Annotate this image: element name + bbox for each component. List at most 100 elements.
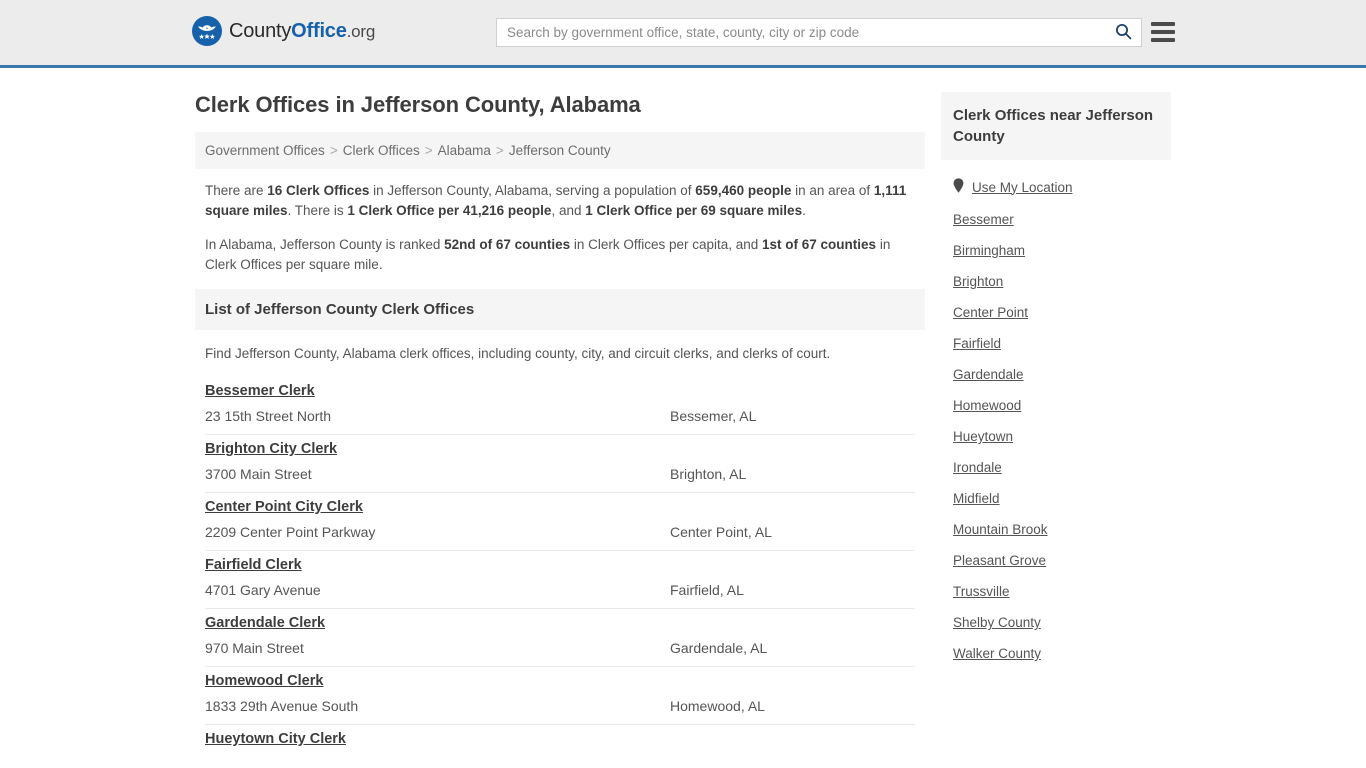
office-name-link[interactable]: Center Point City Clerk	[205, 499, 363, 515]
sidebar-item-trussville[interactable]: Trussville	[953, 576, 1159, 607]
site-logo[interactable]: CountyOffice.org	[192, 16, 375, 46]
intro-text: , and	[551, 203, 586, 218]
list-section-description: Find Jefferson County, Alabama clerk off…	[205, 346, 831, 361]
search-button[interactable]	[1105, 19, 1141, 46]
sidebar-link[interactable]: Homewood	[953, 398, 1021, 413]
sidebar-link[interactable]: Hueytown	[953, 429, 1013, 444]
stat-population: 659,460 people	[695, 183, 792, 198]
office-list-item[interactable]: Bessemer Clerk 23 15th Street North Bess…	[205, 377, 915, 435]
page-body: Clerk Offices in Jefferson County, Alaba…	[0, 68, 1366, 768]
intro-text: . There is	[287, 203, 348, 218]
office-city: Gardendale, AL	[670, 640, 768, 656]
intro-text: In Alabama, Jefferson County is ranked	[205, 237, 445, 252]
office-name-link[interactable]: Fairfield Clerk	[205, 557, 302, 573]
page-title: Clerk Offices in Jefferson County, Alaba…	[195, 92, 641, 117]
stat-rank-per-area: 1st of 67 counties	[762, 237, 877, 252]
intro-text: in an area of	[791, 183, 874, 198]
sidebar-item-gardendale[interactable]: Gardendale	[953, 359, 1159, 390]
sidebar-item-fairfield[interactable]: Fairfield	[953, 328, 1159, 359]
sidebar-item-center-point[interactable]: Center Point	[953, 297, 1159, 328]
breadcrumb-separator: >	[329, 143, 338, 158]
office-address: 2209 Center Point Parkway	[205, 524, 376, 540]
hamburger-bar	[1151, 38, 1175, 42]
sidebar: Clerk Offices near Jefferson County Use …	[941, 68, 1171, 768]
sidebar-link[interactable]: Bessemer	[953, 212, 1014, 227]
office-address: 23 15th Street North	[205, 408, 332, 424]
intro-statistics: There are 16 Clerk Offices in Jefferson …	[195, 169, 925, 275]
sidebar-item-homewood[interactable]: Homewood	[953, 390, 1159, 421]
sidebar-item-walker-county[interactable]: Walker County	[953, 638, 1159, 669]
sidebar-link[interactable]: Shelby County	[953, 615, 1041, 630]
sidebar-link[interactable]: Brighton	[953, 274, 1003, 289]
office-meta: 4701 Gary Avenue Fairfield, AL	[205, 582, 915, 598]
eagle-shield-icon	[192, 16, 222, 46]
sidebar-link[interactable]: Gardendale	[953, 367, 1024, 382]
sidebar-item-brighton[interactable]: Brighton	[953, 266, 1159, 297]
logo-text-county: County	[229, 20, 292, 42]
hamburger-menu-icon[interactable]	[1151, 20, 1175, 44]
stat-per-area: 1 Clerk Office per 69 square miles	[585, 203, 803, 218]
sidebar-item-mountain-brook[interactable]: Mountain Brook	[953, 514, 1159, 545]
sidebar-item-midfield[interactable]: Midfield	[953, 483, 1159, 514]
sidebar-link[interactable]: Irondale	[953, 460, 1002, 475]
office-list-item[interactable]: Gardendale Clerk 970 Main Street Gardend…	[205, 609, 915, 667]
sidebar-link[interactable]: Pleasant Grove	[953, 553, 1046, 568]
sidebar-links: Use My Location Bessemer Birmingham Brig…	[941, 160, 1171, 669]
sidebar-item-bessemer[interactable]: Bessemer	[953, 204, 1159, 235]
sidebar-item-hueytown[interactable]: Hueytown	[953, 421, 1159, 452]
logo-text-org: .org	[346, 22, 376, 41]
sidebar-link[interactable]: Center Point	[953, 305, 1028, 320]
sidebar-link[interactable]: Fairfield	[953, 336, 1001, 351]
stat-office-count: 16 Clerk Offices	[267, 183, 370, 198]
office-meta: 2209 Center Point Parkway Center Point, …	[205, 524, 915, 540]
breadcrumb-separator: >	[424, 143, 433, 158]
sidebar-item-use-my-location[interactable]: Use My Location	[953, 170, 1159, 204]
office-list-item[interactable]: Center Point City Clerk 2209 Center Poin…	[205, 493, 915, 551]
breadcrumb-item-government-offices[interactable]: Government Offices	[205, 143, 325, 158]
office-address: 970 Main Street	[205, 640, 304, 656]
main-column: Clerk Offices in Jefferson County, Alaba…	[195, 68, 925, 768]
intro-text: .	[802, 203, 806, 218]
logo-text-office: Office	[291, 20, 347, 42]
hamburger-bar	[1151, 30, 1175, 34]
intro-text: There are	[205, 183, 268, 198]
site-header: CountyOffice.org	[0, 0, 1366, 68]
office-name-link[interactable]: Homewood Clerk	[205, 673, 323, 689]
office-meta: 970 Main Street Gardendale, AL	[205, 640, 915, 656]
office-meta: 23 15th Street North Bessemer, AL	[205, 408, 915, 424]
content-container: Clerk Offices in Jefferson County, Alaba…	[195, 68, 1171, 768]
breadcrumb: Government Offices > Clerk Offices > Alabama…	[195, 132, 925, 169]
intro-paragraph-counts: There are 16 Clerk Offices in Jefferson …	[205, 181, 915, 221]
office-city: Bessemer, AL	[670, 408, 757, 424]
breadcrumb-item-clerk-offices[interactable]: Clerk Offices	[343, 143, 420, 158]
office-name-link[interactable]: Brighton City Clerk	[205, 441, 337, 457]
sidebar-item-irondale[interactable]: Irondale	[953, 452, 1159, 483]
intro-text: in Jefferson County, Alabama, serving a …	[369, 183, 696, 198]
office-name-link[interactable]: Hueytown City Clerk	[205, 731, 346, 747]
sidebar-link[interactable]: Midfield	[953, 491, 1000, 506]
office-list-item[interactable]: Fairfield Clerk 4701 Gary Avenue Fairfie…	[205, 551, 915, 609]
office-list-item[interactable]: Brighton City Clerk 3700 Main Street Bri…	[205, 435, 915, 493]
breadcrumb-item-jefferson-county: Jefferson County	[508, 143, 611, 158]
hamburger-bar	[1151, 22, 1175, 26]
office-name-link[interactable]: Bessemer Clerk	[205, 383, 315, 399]
sidebar-link[interactable]: Birmingham	[953, 243, 1025, 258]
office-list-item[interactable]: Hueytown City Clerk	[205, 725, 915, 768]
map-pin-icon	[953, 178, 964, 196]
search-bar	[496, 18, 1142, 47]
office-name-link[interactable]: Gardendale Clerk	[205, 615, 325, 631]
breadcrumb-item-alabama[interactable]: Alabama	[438, 143, 491, 158]
office-city: Fairfield, AL	[670, 582, 744, 598]
sidebar-item-pleasant-grove[interactable]: Pleasant Grove	[953, 545, 1159, 576]
office-list-item[interactable]: Homewood Clerk 1833 29th Avenue South Ho…	[205, 667, 915, 725]
intro-text: in Clerk Offices per capita, and	[570, 237, 763, 252]
sidebar-link[interactable]: Mountain Brook	[953, 522, 1048, 537]
sidebar-link[interactable]: Trussville	[953, 584, 1010, 599]
sidebar-item-birmingham[interactable]: Birmingham	[953, 235, 1159, 266]
sidebar-link[interactable]: Walker County	[953, 646, 1041, 661]
search-input[interactable]	[497, 19, 1105, 46]
use-my-location-link[interactable]: Use My Location	[972, 180, 1073, 195]
sidebar-heading: Clerk Offices near Jefferson County	[941, 92, 1171, 160]
office-city: Center Point, AL	[670, 524, 772, 540]
sidebar-item-shelby-county[interactable]: Shelby County	[953, 607, 1159, 638]
